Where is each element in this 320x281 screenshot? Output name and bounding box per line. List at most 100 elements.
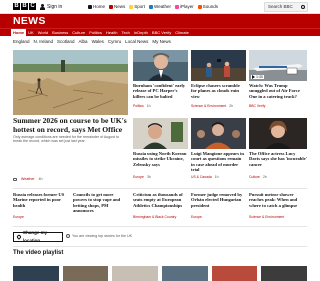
lead-headline[interactable]: Summer 2026 on course to be UK's hottest… [13, 116, 131, 134]
video-thumbnail[interactable] [162, 266, 208, 281]
search-icon[interactable] [301, 5, 305, 9]
sub-nav: England N. Ireland Scotland Alba Wales Cymru L… [13, 39, 171, 45]
card-headline[interactable]: Watch: Was Trump smuggled out of Air For… [249, 83, 307, 99]
card-tag[interactable]: Culture [249, 175, 260, 179]
story-headline[interactable]: Councils to get more powers to stop vape… [73, 192, 128, 214]
signin-link[interactable]: Sign in [40, 3, 62, 11]
top-nav-label: Sounds [202, 4, 219, 9]
top-nav-home[interactable]: Home [88, 3, 105, 11]
card-time: 2h [229, 104, 234, 108]
subnav-local-news[interactable]: Local News [125, 39, 148, 45]
card-image[interactable] [191, 50, 246, 81]
card-meta: US & Canada 1h [191, 175, 219, 179]
subnav-scotland[interactable]: Scotland [57, 39, 75, 45]
section-tab-business[interactable]: Business [50, 29, 70, 37]
story-tag[interactable]: Science & Environment [249, 215, 284, 219]
search-input[interactable]: Search BBC [264, 2, 308, 12]
section-tab-culture[interactable]: Culture [70, 29, 87, 37]
story-headline[interactable]: Pursuit meteor shower reaches peak: When… [249, 192, 307, 208]
lead-summary: Only average conditions are needed for t… [13, 135, 120, 144]
card-meta: BBC Verify [249, 104, 265, 108]
story-meta: Europe [13, 215, 24, 219]
subnav-wales[interactable]: Wales [92, 39, 104, 45]
top-nav-iplayer[interactable]: iPlayer [174, 3, 194, 11]
subnav-england[interactable]: England [13, 39, 30, 45]
card-image[interactable] [133, 50, 188, 81]
story-headline[interactable]: Criticism as thousands of seats empty at… [133, 192, 188, 208]
section-title[interactable]: NEWS [13, 15, 46, 27]
iplayer-icon [174, 5, 179, 9]
top-nav-sport[interactable]: Sport [129, 3, 145, 11]
story-meta: Science & Environment [249, 215, 284, 219]
divider [13, 226, 307, 227]
section-tab-health[interactable]: Health [104, 29, 120, 37]
section-tab-world[interactable]: World [36, 29, 50, 37]
card-time: 1h [214, 175, 219, 179]
section-tab-tech[interactable]: Tech [119, 29, 131, 37]
lead-tag[interactable]: Weather [21, 177, 35, 181]
change-location-button[interactable]: Change my location [13, 230, 63, 243]
story-meta: Europe [191, 215, 202, 219]
video-thumbnail[interactable] [211, 266, 258, 281]
video-thumbnail[interactable] [261, 266, 308, 281]
comment-icon [13, 177, 17, 181]
story-tag[interactable]: Birmingham & Black Country [133, 215, 176, 219]
card-headline[interactable]: Luigi Mangione appears in court as quest… [191, 151, 246, 173]
section-tab-home[interactable]: Home [11, 29, 27, 37]
location-note-text: You are viewing top stories for the UK [72, 234, 132, 238]
story-tag[interactable]: Europe [13, 215, 24, 219]
subnav-alba[interactable]: Alba [79, 39, 88, 45]
top-nav-sounds[interactable]: Sounds [197, 3, 219, 11]
news-icon [109, 5, 114, 9]
section-tab-indepth[interactable]: InDepth [132, 29, 150, 37]
logo-letter: B [21, 3, 28, 10]
home-icon [88, 5, 92, 9]
top-bar: B B C Sign in Home News Sport Weather iPlaye… [0, 0, 320, 14]
card-tag[interactable]: Europe [133, 175, 144, 179]
logo-letter: C [29, 3, 36, 10]
story-headline[interactable]: Former judge removed by Orbán elected Hu… [191, 192, 246, 208]
video-playlist-heading: The video playlist [13, 250, 64, 256]
section-tab-climate[interactable]: Climate [173, 29, 191, 37]
card-headline[interactable]: Burnham 'confident' early release of PC … [133, 83, 188, 99]
divider [13, 188, 307, 189]
subnav-my-news[interactable]: My News [152, 39, 171, 45]
search-placeholder: Search BBC [268, 4, 293, 9]
subnav-n-ireland[interactable]: N. Ireland [34, 39, 54, 45]
top-nav-weather[interactable]: Weather [149, 3, 171, 11]
top-nav-news[interactable]: News [109, 3, 125, 11]
logo-letter: B [13, 3, 20, 10]
card-tag[interactable]: Politics [133, 104, 144, 108]
change-location-label: Change my location [22, 230, 48, 243]
card-tag[interactable]: US & Canada [191, 175, 212, 179]
card-image[interactable] [133, 118, 188, 149]
card-tag[interactable]: BBC Verify [249, 104, 265, 108]
card-headline[interactable]: The Office actress Lucy Davis says she h… [249, 151, 307, 167]
subnav-cymru[interactable]: Cymru [108, 39, 121, 45]
story-tag[interactable]: Europe [191, 215, 202, 219]
divider [13, 246, 307, 247]
story-meta: Birmingham & Black Country [133, 215, 176, 219]
lead-image[interactable] [13, 50, 128, 115]
card-tag[interactable]: Science & Environment [191, 104, 226, 108]
signin-label: Sign in [47, 4, 63, 10]
section-tab-politics[interactable]: Politics [87, 29, 104, 37]
video-thumbnail[interactable] [62, 266, 109, 281]
card-image[interactable] [249, 118, 307, 149]
card-time: 2h [262, 175, 267, 179]
location-note: You are viewing top stories for the UK [66, 234, 132, 238]
card-time: 3h [146, 175, 151, 179]
card-image[interactable]: 1:30 [249, 50, 307, 81]
section-tab-uk[interactable]: UK [26, 29, 36, 37]
card-headline[interactable]: Russia using North Korean missiles to st… [133, 151, 188, 167]
info-icon [66, 234, 70, 238]
video-thumbnail[interactable] [112, 266, 159, 281]
story-headline[interactable]: Russia releases former US Marine reporte… [13, 192, 68, 208]
bbc-logo[interactable]: B B C [13, 3, 36, 10]
card-headline[interactable]: Eclipse chasers scramble for planes as c… [191, 83, 246, 99]
lead-meta: Weather 4h [13, 177, 43, 181]
video-thumbnail[interactable] [13, 266, 59, 281]
top-nav-label: News [114, 4, 126, 9]
card-image[interactable] [191, 118, 246, 149]
section-tab-bbc-verify[interactable]: BBC Verify [150, 29, 173, 37]
